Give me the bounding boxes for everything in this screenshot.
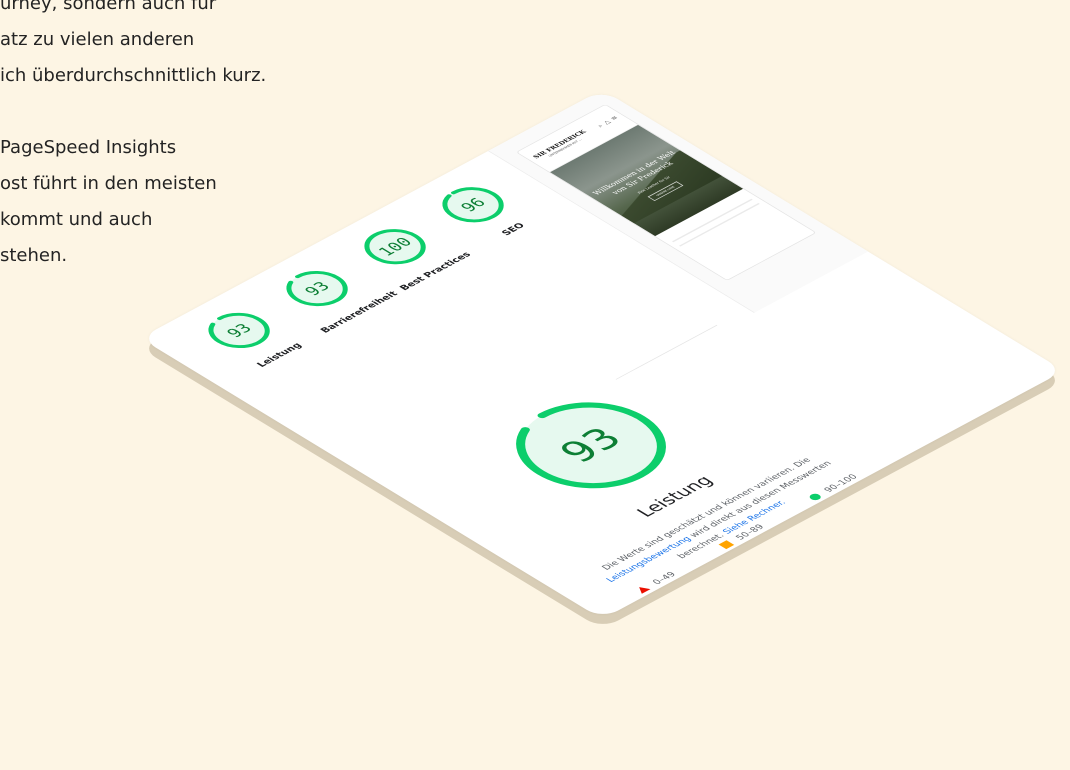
search-icon: ⌕ xyxy=(595,122,605,129)
score-value: 100 xyxy=(373,234,417,259)
site-header-icons: ⌕ △ ≡ xyxy=(595,115,620,129)
pagespeed-report-card: 93 Leistung 93 Barrierefreiheit 100 Best… xyxy=(140,89,1065,620)
menu-icon: ≡ xyxy=(608,114,620,122)
score-gauge: 93 xyxy=(270,262,364,316)
bag-icon: △ xyxy=(601,118,613,126)
score-gauge: 100 xyxy=(348,220,442,274)
score-gauge: 93 xyxy=(192,304,286,358)
score-gauge: 96 xyxy=(426,178,520,232)
red-triangle-icon xyxy=(634,584,651,594)
green-circle-icon xyxy=(806,492,823,502)
orange-square-icon xyxy=(718,539,735,549)
score-value: 96 xyxy=(455,194,491,215)
score-value: 93 xyxy=(299,278,335,299)
score-value: 93 xyxy=(222,320,257,341)
pagespeed-report-mockup: 93 Leistung 93 Barrierefreiheit 100 Best… xyxy=(0,0,1070,770)
